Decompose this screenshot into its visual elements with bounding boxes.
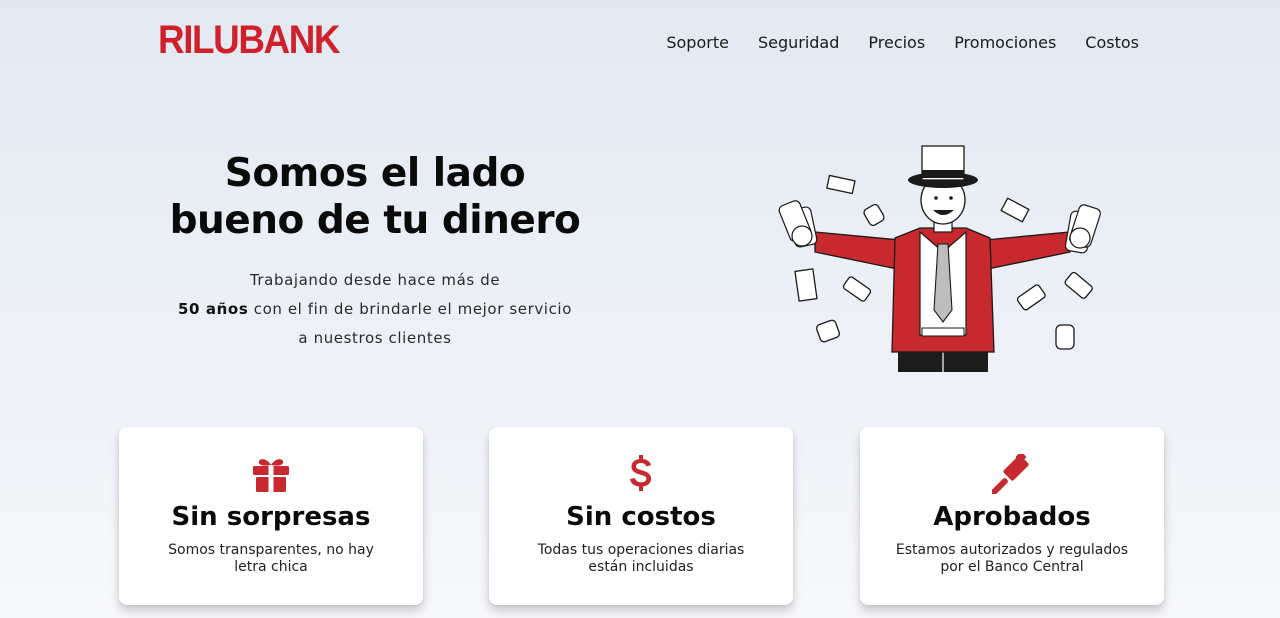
nav-link-soporte[interactable]: Soporte [666, 32, 729, 54]
hero-title-line1: Somos el lado [224, 151, 526, 196]
card-desc-line1: Somos transparentes, no hay [168, 542, 374, 558]
feature-card-sin-costos: Sin costos Todas tus operaciones diarias… [489, 427, 793, 605]
nav-link-costos[interactable]: Costos [1085, 32, 1139, 54]
hero-title-line2: bueno de tu dinero [169, 198, 581, 243]
card-desc-line2: por el Banco Central [940, 559, 1084, 575]
hero-text-line3: a nuestros clientes [298, 329, 452, 347]
dollar-icon [489, 455, 793, 493]
feature-card-sin-sorpresas: Sin sorpresas Somos transparentes, no ha… [119, 427, 423, 605]
hero-text-line1: Trabajando desde hace más de [249, 271, 501, 289]
card-desc-line2: están incluidas [588, 559, 694, 575]
gavel-icon [860, 454, 1164, 494]
hero-text-line2: con el fin de brindarle el mejor servici… [248, 300, 572, 318]
card-description: Somos transparentes, no hay letra chica [149, 542, 393, 576]
card-desc-line2: letra chica [234, 559, 308, 575]
hero-text-highlight: 50 años [178, 300, 249, 318]
card-title: Sin costos [566, 502, 716, 532]
card-desc-line1: Todas tus operaciones diarias [537, 542, 745, 558]
rilubank-logo[interactable]: RILUBANK [158, 20, 341, 60]
hero-title: Somos el lado bueno de tu dinero [150, 150, 600, 244]
card-description: Todas tus operaciones diarias están incl… [519, 542, 763, 576]
man-with-money-illustration [778, 145, 1101, 372]
card-title: Aprobados [933, 502, 1091, 532]
card-desc-line1: Estamos autorizados y regulados [895, 542, 1129, 558]
feature-card-aprobados: Aprobados Estamos autorizados y regulado… [860, 427, 1164, 605]
nav-link-promociones[interactable]: Promociones [954, 32, 1056, 54]
nav-link-precios[interactable]: Precios [868, 32, 925, 54]
hero-description: Trabajando desde hace más de 50 años con… [150, 266, 600, 353]
main-nav: Soporte Seguridad Precios Promociones Co… [666, 32, 1139, 54]
nav-link-seguridad[interactable]: Seguridad [758, 32, 839, 54]
gift-icon [119, 455, 423, 493]
card-description: Estamos autorizados y regulados por el B… [890, 542, 1134, 576]
card-title: Sin sorpresas [171, 502, 371, 532]
